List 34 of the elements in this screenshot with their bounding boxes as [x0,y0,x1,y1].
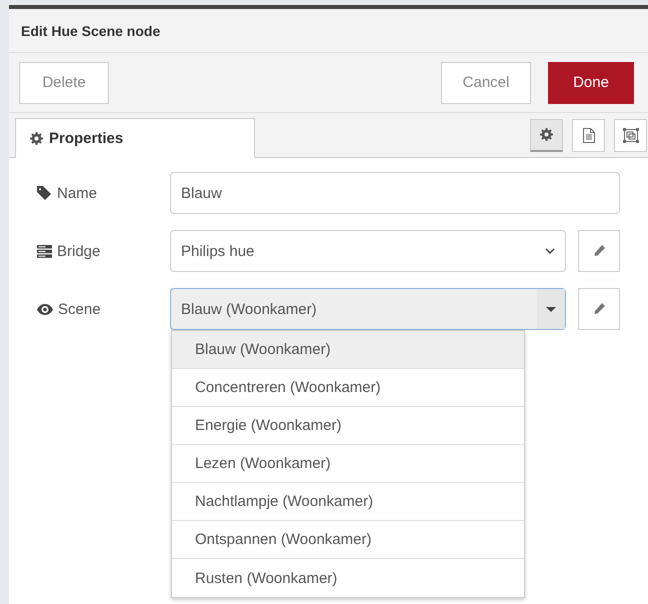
done-button[interactable]: Done [548,62,634,104]
pencil-icon [593,303,605,315]
dropdown-option[interactable]: Rusten (Woonkamer) [172,559,524,597]
edit-button[interactable] [578,288,620,330]
combo-field[interactable]: Blauw (Woonkamer) [170,288,566,330]
tab-icon-button[interactable] [572,118,605,152]
properties-tab[interactable]: Properties [15,118,255,158]
caret-icon [546,306,556,312]
field-label: Bridge [57,242,100,260]
tab-icon-button[interactable] [614,118,647,152]
dropdown-option[interactable]: Lezen (Woonkamer) [172,445,524,483]
dropdown-option[interactable]: Energie (Woonkamer) [172,407,524,445]
dropdown-option[interactable]: Nachtlampje (Woonkamer) [172,483,524,521]
gear-icon [540,128,553,141]
toolbar-button[interactable]: Delete [19,62,109,104]
toolbar-button[interactable]: Cancel [441,62,531,104]
gear-icon [30,132,43,145]
field-label: Scene [58,300,101,318]
dialog-title: Edit Hue Scene node [21,22,160,38]
eye-icon [37,304,53,314]
field-label: Name [57,184,98,202]
document-icon [582,128,594,142]
server-icon [37,244,52,258]
dropdown-option[interactable]: Blauw (Woonkamer) [172,331,524,369]
chevron-icon [545,248,555,254]
edit-button[interactable] [578,230,620,272]
tab-icon-button[interactable] [530,118,563,152]
frame-icon [622,128,638,142]
select-field[interactable]: Philips hue [170,230,566,272]
tag-icon [37,186,52,200]
dropdown-option[interactable]: Ontspannen (Woonkamer) [172,521,524,559]
dropdown-option[interactable]: Concentreren (Woonkamer) [172,369,524,407]
pencil-icon [593,245,605,257]
name-input[interactable]: Blauw [170,172,620,214]
